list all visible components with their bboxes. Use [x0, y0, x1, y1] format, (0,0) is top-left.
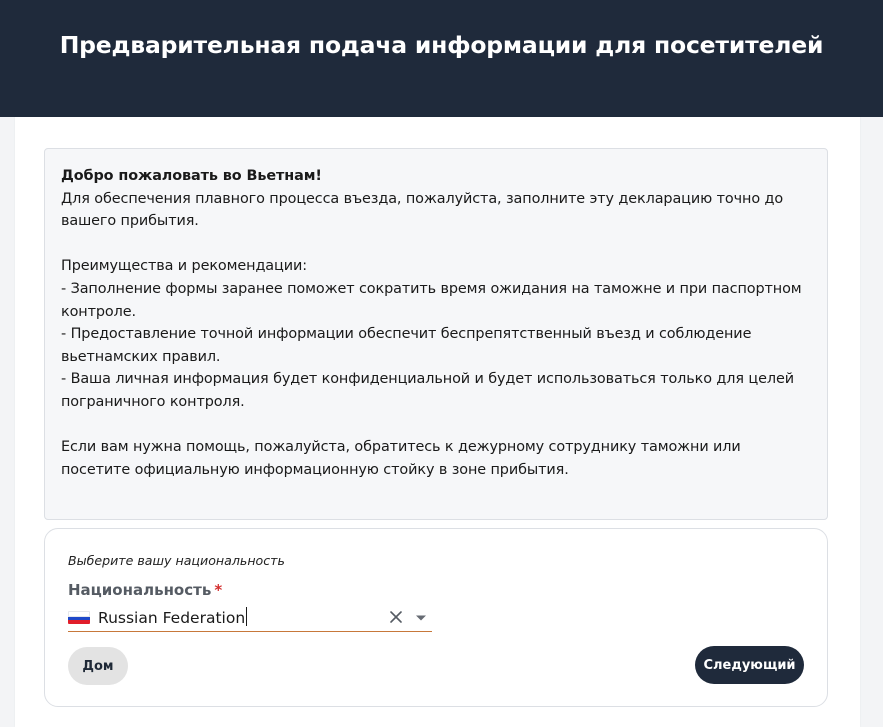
nationality-form: Выберите вашу национальность Национально…	[44, 528, 828, 707]
nationality-select[interactable]: Russian Federation	[68, 601, 432, 632]
nationality-label-text: Национальность	[68, 581, 212, 599]
intro-text: Для обеспечения плавного процесса въезда…	[61, 190, 784, 230]
nationality-label: Национальность *	[68, 581, 222, 599]
nationality-value: Russian Federation	[98, 609, 246, 627]
page-title: Предварительная подача информации для по…	[59, 31, 824, 59]
benefit-item: - Заполнение формы заранее поможет сокра…	[61, 280, 802, 320]
help-text: Если вам нужна помощь, пожалуйста, обрат…	[61, 439, 741, 478]
nationality-prompt: Выберите вашу национальность	[68, 553, 285, 568]
nationality-input[interactable]: Russian Federation	[98, 607, 248, 627]
form-card: Добро пожаловать во Вьетнам! Для обеспеч…	[15, 117, 860, 727]
benefit-item: - Ваша личная информация будет конфиденц…	[61, 371, 794, 410]
text-caret	[246, 607, 248, 626]
welcome-info-box: Добро пожаловать во Вьетнам! Для обеспеч…	[44, 148, 828, 520]
close-icon[interactable]	[389, 610, 403, 624]
required-mark: *	[214, 581, 223, 599]
benefit-item: - Предоставление точной информации обесп…	[61, 326, 752, 365]
next-button[interactable]: Следующий	[695, 646, 804, 684]
page-header: Предварительная подача информации для по…	[0, 0, 883, 117]
benefits-title: Преимущества и рекомендации:	[61, 258, 307, 275]
home-button[interactable]: Дом	[68, 647, 128, 685]
caret-down-icon[interactable]	[415, 614, 427, 622]
welcome-heading: Добро пожаловать во Вьетнам!	[61, 168, 322, 184]
russia-flag-icon	[68, 611, 90, 624]
